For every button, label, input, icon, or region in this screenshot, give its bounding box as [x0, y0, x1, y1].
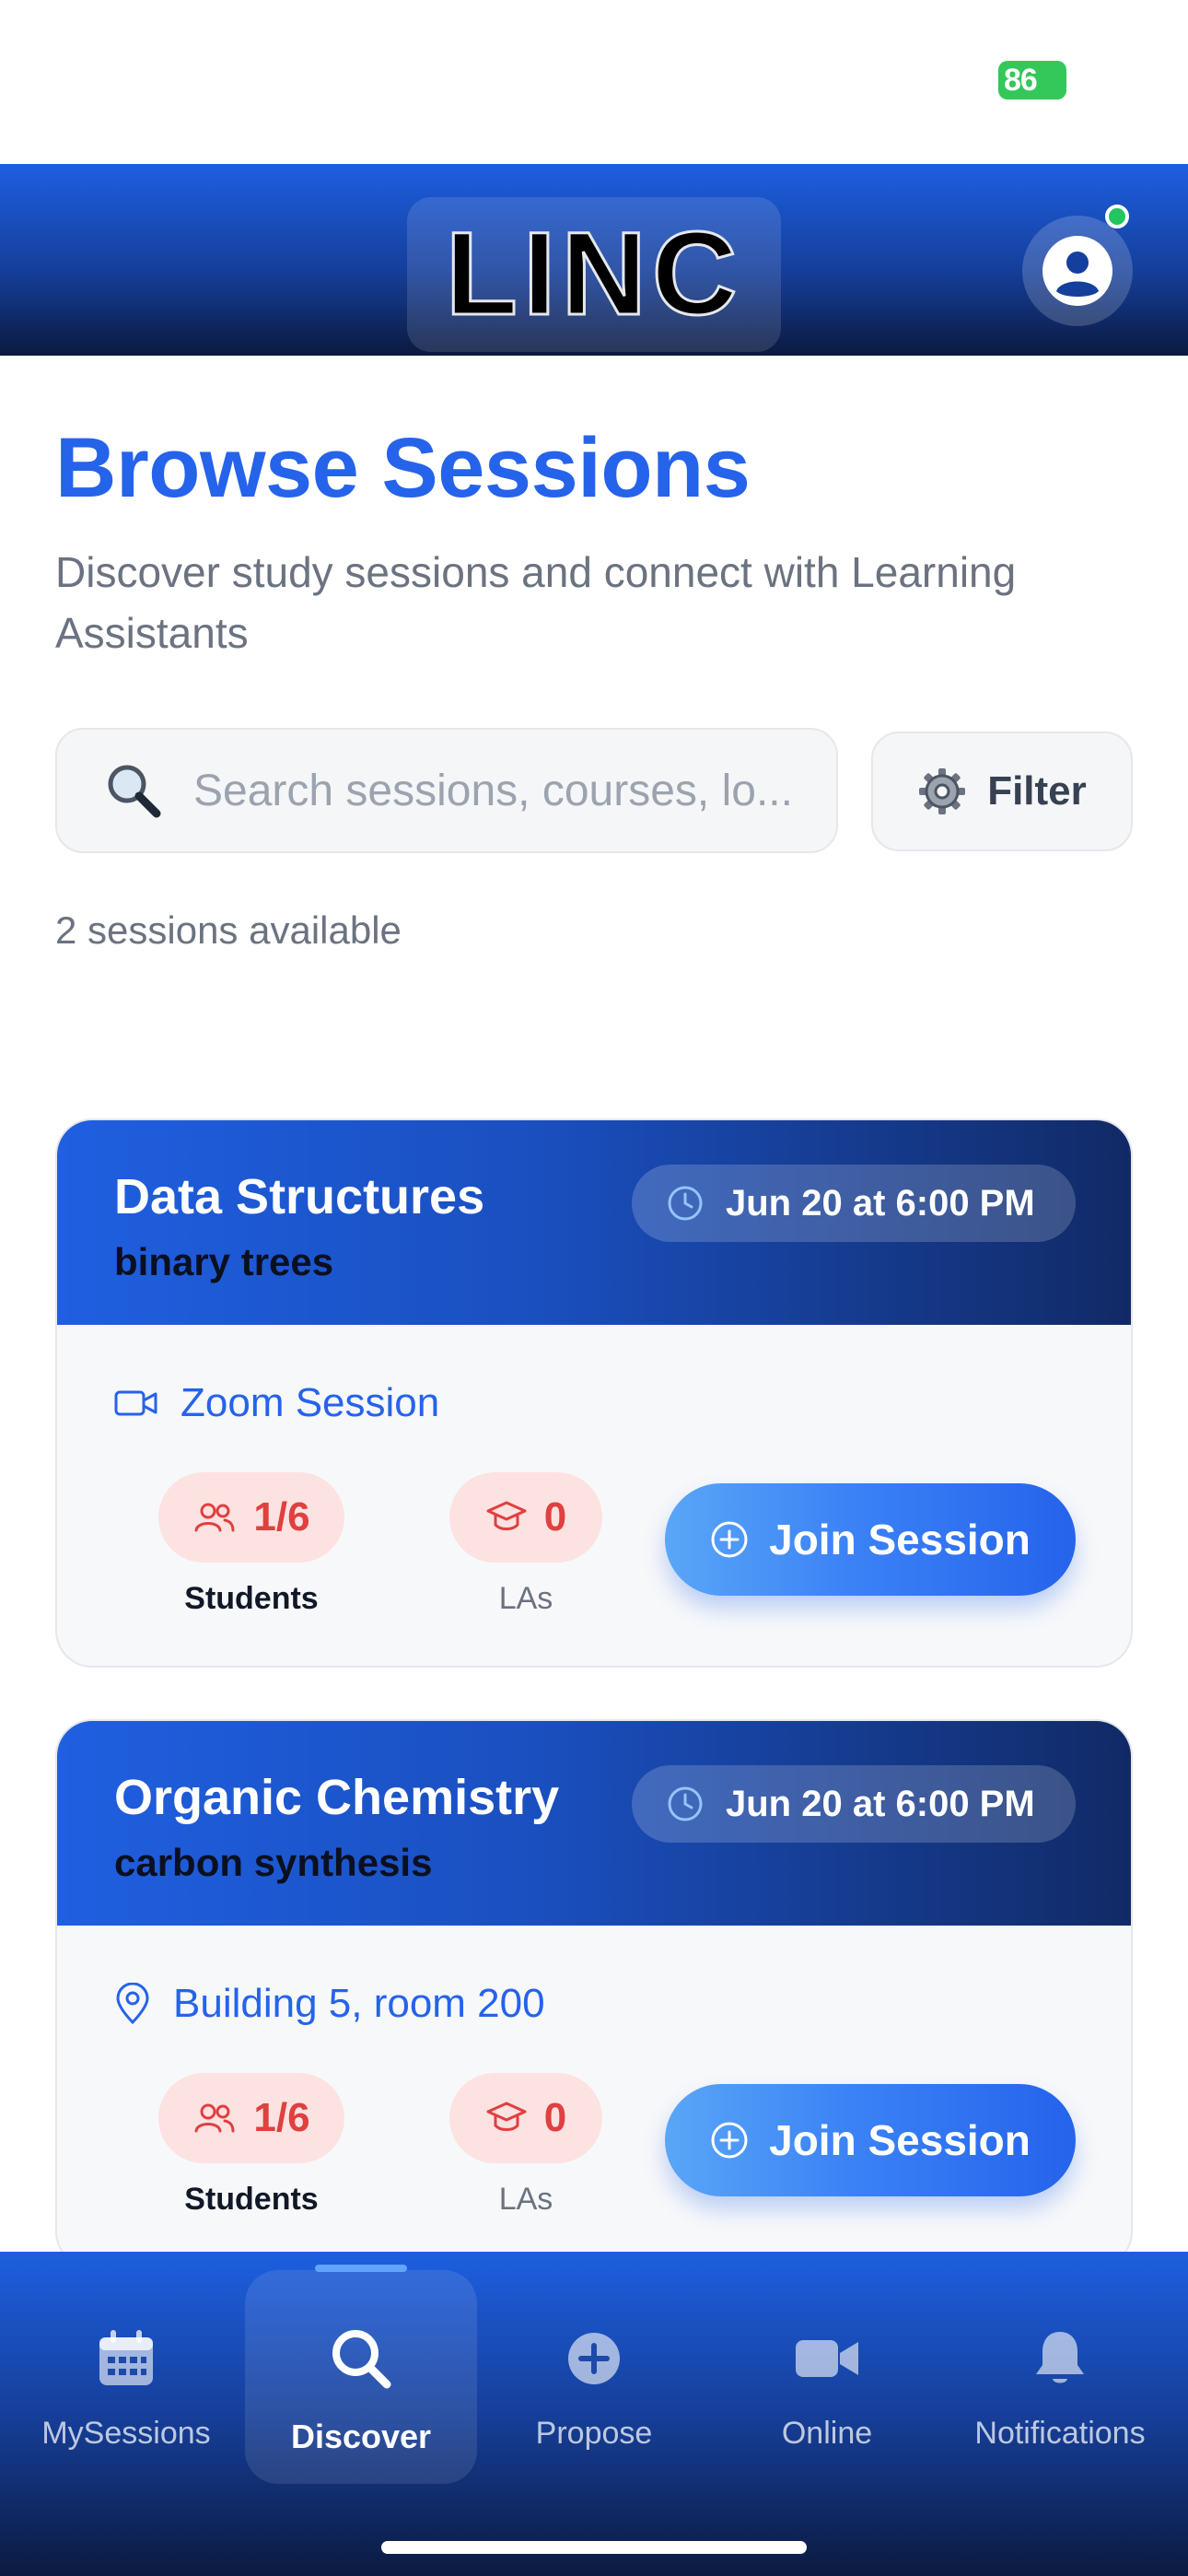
las-count: 0	[543, 2095, 567, 2140]
users-icon	[194, 1503, 235, 1532]
clock-icon	[668, 1786, 703, 1821]
search-box[interactable]	[55, 728, 838, 853]
session-time-badge: Jun 20 at 6:00 PM	[632, 1765, 1076, 1843]
join-session-label: Join Session	[769, 2116, 1031, 2164]
page-title: Browse Sessions	[55, 421, 751, 515]
calendar-icon	[99, 2330, 153, 2385]
session-location: Zoom Session	[114, 1380, 439, 1426]
session-card-header: Organic Chemistry carbon synthesis Jun 2…	[57, 1721, 1131, 1926]
students-label: Students	[184, 1581, 319, 1616]
session-time-badge: Jun 20 at 6:00 PM	[632, 1165, 1076, 1242]
page-subtitle: Discover study sessions and connect with…	[55, 548, 1017, 657]
students-stat: 1/6 Students	[158, 2073, 344, 2218]
session-topic: binary trees	[114, 1240, 334, 1283]
session-location: Building 5, room 200	[114, 1981, 545, 2027]
nav-item-online[interactable]: Online	[710, 2252, 944, 2491]
students-stat: 1/6 Students	[158, 1472, 344, 1617]
session-card-header: Data Structures binary trees Jun 20 at 6…	[57, 1120, 1131, 1325]
las-stat: 0 LAs	[449, 1472, 602, 1617]
students-label: Students	[184, 2182, 319, 2217]
user-avatar-icon	[1042, 236, 1112, 306]
bell-icon	[1036, 2332, 1084, 2383]
las-label: LAs	[498, 2182, 553, 2217]
session-card[interactable]: Data Structures binary trees Jun 20 at 6…	[55, 1118, 1133, 1668]
graduation-cap-icon	[486, 2102, 527, 2131]
video-icon	[114, 1390, 157, 1416]
las-label: LAs	[498, 1581, 553, 1616]
join-session-button[interactable]: Join Session	[665, 1483, 1076, 1596]
nav-label-mysessions: MySessions	[41, 2416, 211, 2451]
students-count: 1/6	[253, 1494, 310, 1540]
nav-item-discover[interactable]: Discover	[244, 2252, 478, 2491]
plus-circle-icon	[568, 2333, 620, 2384]
plus-circle-icon	[711, 2122, 748, 2159]
nav-label-notifications: Notifications	[974, 2416, 1146, 2451]
plus-circle-icon	[711, 1521, 748, 1558]
nav-item-mysessions[interactable]: MySessions	[9, 2252, 243, 2491]
join-session-label: Join Session	[769, 1516, 1031, 1563]
search-icon	[108, 765, 161, 818]
session-course: Data Structures	[114, 1169, 485, 1224]
filter-button[interactable]: Filter	[871, 732, 1133, 851]
online-status-dot	[1105, 205, 1129, 228]
nav-label-discover: Discover	[290, 2418, 432, 2455]
nav-item-propose[interactable]: Propose	[477, 2252, 711, 2491]
students-count: 1/6	[253, 2095, 310, 2140]
home-indicator[interactable]	[381, 2541, 807, 2554]
gear-icon	[919, 768, 966, 814]
session-time: Jun 20 at 6:00 PM	[726, 1783, 1035, 1824]
session-location-text: Zoom Session	[181, 1380, 440, 1425]
bottom-nav: MySessions Discover Propose Online Notif…	[0, 2252, 1188, 2576]
users-icon	[194, 2103, 235, 2133]
graduation-cap-icon	[486, 1501, 527, 1530]
sessions-count: 2 sessions available	[55, 908, 402, 952]
clock-icon	[668, 1186, 703, 1221]
app-header: LINC	[0, 164, 1188, 356]
las-count: 0	[543, 1494, 567, 1540]
session-course: Organic Chemistry	[114, 1770, 560, 1825]
map-pin-icon	[116, 1983, 149, 2025]
logo-text: LINC	[444, 208, 743, 340]
battery-indicator: 86	[998, 61, 1066, 100]
video-icon	[796, 2340, 858, 2377]
las-stat: 0 LAs	[449, 2073, 602, 2218]
session-time: Jun 20 at 6:00 PM	[726, 1182, 1035, 1224]
nav-item-notifications[interactable]: Notifications	[943, 2252, 1177, 2491]
session-location-text: Building 5, room 200	[173, 1981, 545, 2026]
profile-button[interactable]	[1022, 216, 1133, 326]
app-logo[interactable]: LINC	[407, 197, 781, 352]
session-topic: carbon synthesis	[114, 1841, 433, 1884]
nav-label-propose: Propose	[535, 2416, 653, 2451]
filter-label: Filter	[987, 768, 1087, 814]
session-card[interactable]: Organic Chemistry carbon synthesis Jun 2…	[55, 1719, 1133, 2268]
join-session-button[interactable]: Join Session	[665, 2084, 1076, 2196]
status-bar: 86	[0, 0, 1188, 164]
nav-label-online: Online	[781, 2416, 873, 2451]
search-input[interactable]	[193, 765, 801, 816]
search-icon	[332, 2330, 391, 2389]
